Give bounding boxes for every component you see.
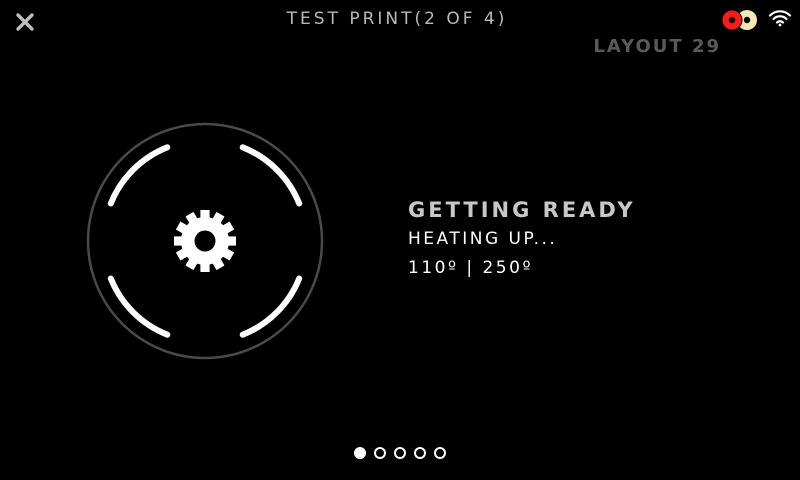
wifi-icon [768, 10, 792, 27]
page-dot[interactable] [434, 447, 446, 459]
dial-segment [239, 144, 303, 207]
filament-status[interactable] [721, 9, 759, 31]
status-panel: GETTING READY HEATING UP... 110º | 250º [408, 197, 636, 279]
progress-dial [84, 120, 326, 362]
filament-spools-icon [721, 9, 757, 31]
page-dot[interactable] [374, 447, 386, 459]
gear-icon [174, 210, 236, 272]
page-dot[interactable] [394, 447, 406, 459]
status-subtitle: HEATING UP... [408, 229, 558, 249]
page-indicator [354, 447, 446, 461]
dial-segment [239, 275, 303, 338]
status-title: GETTING READY [408, 198, 636, 222]
page-title: TEST PRINT(2 OF 4) [286, 9, 508, 29]
page-dot-active[interactable] [354, 447, 366, 459]
temperature-readout: 110º | 250º [408, 258, 533, 278]
layout-label: LAYOUT 29 [593, 36, 721, 57]
dial-segment [107, 275, 171, 338]
wifi-status[interactable] [768, 9, 792, 27]
dial-segment [107, 144, 171, 207]
page-dot[interactable] [414, 447, 426, 459]
